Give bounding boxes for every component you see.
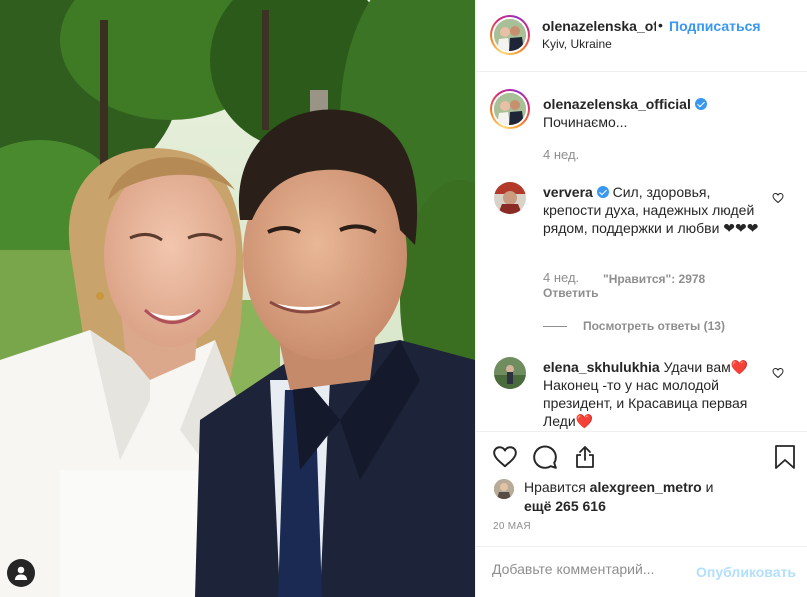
liker-avatar[interactable] xyxy=(494,479,514,499)
avatar-image xyxy=(494,182,526,214)
caption-time[interactable]: 4 нед. xyxy=(543,147,579,162)
heart-icon[interactable] xyxy=(492,444,518,470)
comment-likes-count[interactable]: "Нравится": 2978 xyxy=(603,272,705,286)
bookmark-icon[interactable] xyxy=(774,444,796,470)
comment-time[interactable]: 4 нед. xyxy=(543,270,579,285)
comment-username[interactable]: ververa xyxy=(543,184,593,200)
likes-text: Нравится alexgreen_metro и ещё 265 616 xyxy=(524,478,784,516)
verified-icon xyxy=(596,186,609,198)
reply-label: Ответить xyxy=(543,286,599,300)
comment-like-icon[interactable] xyxy=(772,367,784,379)
separator-dot: • xyxy=(658,17,663,33)
verified-icon xyxy=(694,98,707,110)
comment-icon[interactable] xyxy=(532,444,558,470)
avatar-image xyxy=(494,19,526,51)
post-side-panel: olenazelenska_of • Подписаться Kyiv, Ukr… xyxy=(475,0,807,597)
comment: ververa Сил, здоровья, крепости духа, на… xyxy=(543,183,768,237)
view-replies-button[interactable]: Посмотреть ответы (13) xyxy=(543,319,725,333)
comment: elena_skhulukhia Удачи вам❤️ Наконец -то… xyxy=(543,358,768,430)
caption-avatar[interactable] xyxy=(490,89,530,129)
caption-username[interactable]: olenazelenska_official xyxy=(543,96,691,112)
follow-button[interactable]: Подписаться xyxy=(669,18,761,34)
user-tag-button[interactable] xyxy=(7,559,35,587)
reply-button[interactable]: Ответить xyxy=(543,286,598,300)
comment-like-icon[interactable] xyxy=(772,192,784,204)
caption-text: Починаємо... xyxy=(543,114,628,130)
avatar-image xyxy=(494,93,526,125)
user-tag-icon xyxy=(14,566,28,580)
avatar-image xyxy=(494,479,514,499)
avatar-image xyxy=(494,357,526,389)
comment-likes-text: "Нравится": 2978 xyxy=(603,272,706,286)
share-icon[interactable] xyxy=(573,444,597,470)
comment-avatar[interactable] xyxy=(494,357,526,389)
post-author-username[interactable]: olenazelenska_of xyxy=(542,18,656,34)
post-header: olenazelenska_of • Подписаться Kyiv, Ukr… xyxy=(476,0,807,72)
liker-username[interactable]: alexgreen_metro xyxy=(590,479,702,495)
avatar[interactable] xyxy=(490,15,530,55)
caption: olenazelenska_official Починаємо... xyxy=(543,95,768,131)
add-comment-form: Опубликовать xyxy=(476,546,807,597)
likes-prefix: Нравится xyxy=(524,479,586,495)
comment-input[interactable] xyxy=(492,561,692,577)
comment-avatar[interactable] xyxy=(494,182,526,214)
post-date[interactable]: 20 МАЯ xyxy=(493,521,531,532)
replies-divider xyxy=(543,325,567,327)
view-replies-label: Посмотреть ответы (13) xyxy=(583,319,725,333)
likes-suffix: и xyxy=(705,479,714,495)
comment-text-part2: Наконец -то у нас молодой президент, и К… xyxy=(543,377,748,429)
comment-username[interactable]: elena_skhulukhia xyxy=(543,359,660,375)
post-photo[interactable] xyxy=(0,0,475,597)
publish-button[interactable]: Опубликовать xyxy=(696,564,796,580)
post-image xyxy=(0,0,475,597)
heart-emoji: ❤️ xyxy=(575,413,594,429)
comments-list[interactable]: olenazelenska_official Починаємо... 4 не… xyxy=(476,73,807,431)
likes-count-button[interactable]: ещё 265 616 xyxy=(524,498,606,514)
comment-text-part1: Удачи вам xyxy=(663,359,731,375)
post-location[interactable]: Kyiv, Ukraine xyxy=(542,37,612,51)
heart-emoji: ❤️ xyxy=(730,359,749,375)
post-actions: Нравится alexgreen_metro и ещё 265 616 2… xyxy=(476,431,807,546)
